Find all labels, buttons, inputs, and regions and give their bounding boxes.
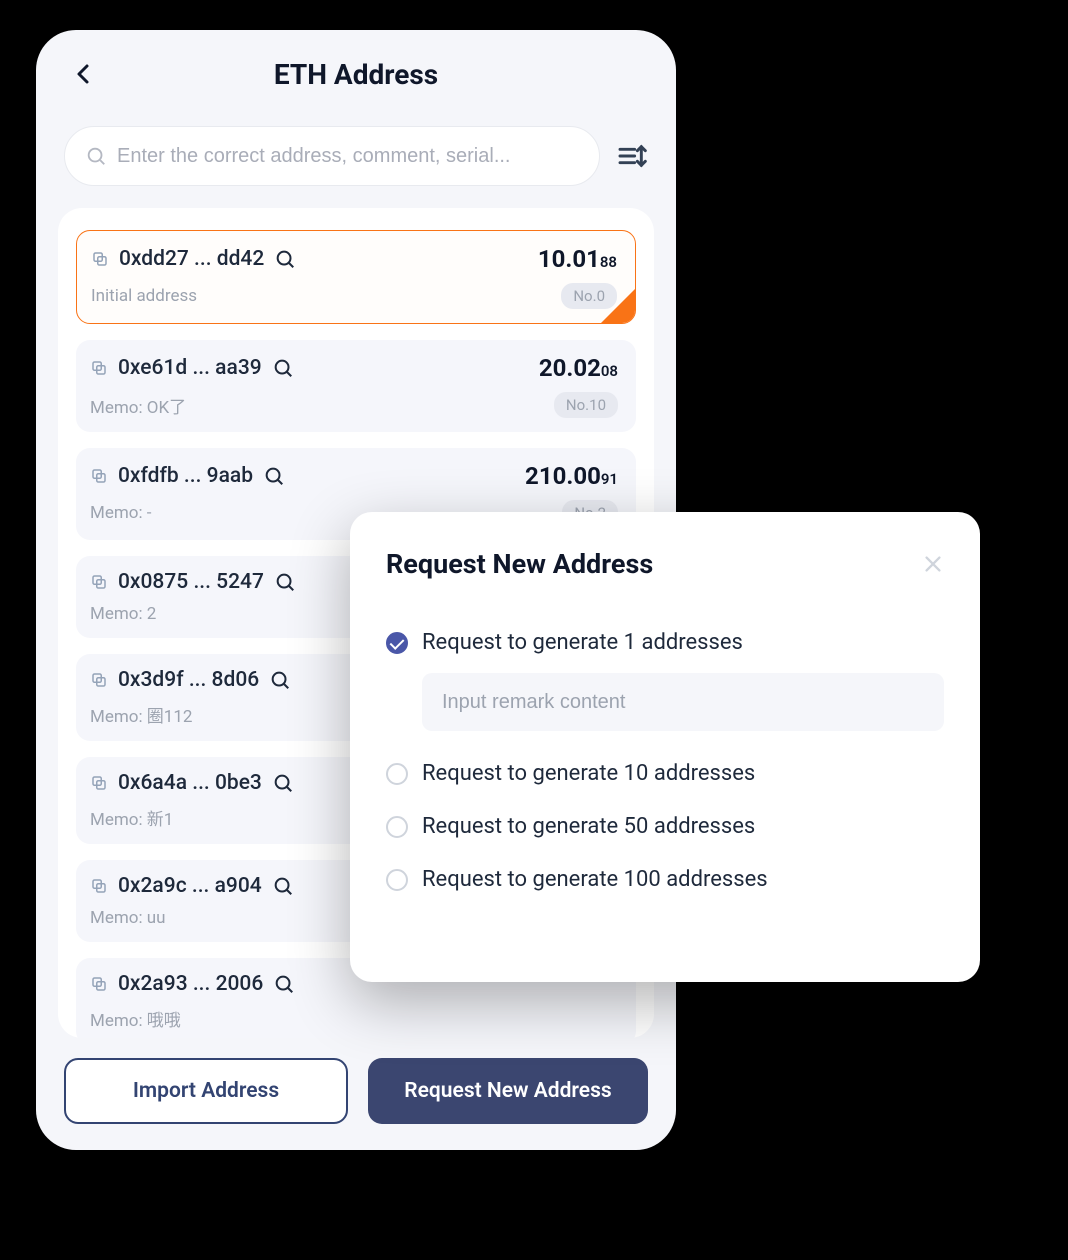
address-text: 0x2a9c ... a904 bbox=[118, 874, 262, 898]
remark-input[interactable] bbox=[442, 691, 924, 714]
magnify-icon[interactable] bbox=[273, 973, 295, 995]
magnify-icon[interactable] bbox=[272, 875, 294, 897]
generate-option[interactable]: Request to generate 100 addresses bbox=[386, 853, 944, 906]
generate-option[interactable]: Request to generate 1 addresses bbox=[386, 616, 944, 669]
address-text: 0x6a4a ... 0be3 bbox=[118, 771, 262, 795]
magnify-icon[interactable] bbox=[272, 357, 294, 379]
address-text: 0xdd27 ... dd42 bbox=[119, 247, 264, 271]
search-row bbox=[36, 118, 676, 198]
memo-text: Memo: 圈112 bbox=[90, 702, 192, 727]
request-new-address-button[interactable]: Request New Address bbox=[368, 1058, 648, 1124]
address-text: 0xe61d ... aa39 bbox=[118, 356, 262, 380]
selected-corner-icon bbox=[601, 289, 635, 323]
serial-badge: No.10 bbox=[554, 392, 618, 418]
request-new-address-dialog: Request New Address Request to generate … bbox=[350, 512, 980, 982]
close-icon bbox=[922, 553, 944, 575]
chevron-left-icon bbox=[72, 62, 96, 86]
dialog-close-button[interactable] bbox=[922, 553, 944, 575]
radio-icon[interactable] bbox=[386, 632, 408, 654]
memo-text: Memo: 哦哦 bbox=[90, 1006, 181, 1031]
search-input[interactable] bbox=[117, 145, 579, 168]
dialog-title: Request New Address bbox=[386, 548, 653, 580]
header: ETH Address bbox=[36, 30, 676, 118]
search-icon bbox=[85, 145, 107, 167]
magnify-icon[interactable] bbox=[274, 248, 296, 270]
balance-value: 20.0208 bbox=[539, 354, 618, 382]
magnify-icon[interactable] bbox=[263, 465, 285, 487]
memo-text: Memo: - bbox=[90, 503, 152, 523]
balance-value: 210.0091 bbox=[525, 462, 618, 490]
option-label: Request to generate 1 addresses bbox=[422, 630, 743, 655]
footer: Import Address Request New Address bbox=[36, 1038, 676, 1150]
generate-option[interactable]: Request to generate 50 addresses bbox=[386, 800, 944, 853]
copy-icon[interactable] bbox=[90, 877, 108, 895]
address-text: 0x3d9f ... 8d06 bbox=[118, 668, 259, 692]
copy-icon[interactable] bbox=[90, 671, 108, 689]
page-title: ETH Address bbox=[60, 58, 652, 91]
address-card[interactable]: 0xdd27 ... dd4210.0188Initial addressNo.… bbox=[76, 230, 636, 324]
copy-icon[interactable] bbox=[90, 975, 108, 993]
generate-option[interactable]: Request to generate 10 addresses bbox=[386, 747, 944, 800]
memo-text: Memo: 新1 bbox=[90, 805, 173, 830]
sort-button[interactable] bbox=[616, 140, 648, 172]
import-address-button[interactable]: Import Address bbox=[64, 1058, 348, 1124]
address-text: 0x2a93 ... 2006 bbox=[118, 972, 263, 996]
magnify-icon[interactable] bbox=[269, 669, 291, 691]
option-label: Request to generate 50 addresses bbox=[422, 814, 755, 839]
copy-icon[interactable] bbox=[90, 573, 108, 591]
back-button[interactable] bbox=[72, 62, 96, 86]
magnify-icon[interactable] bbox=[272, 772, 294, 794]
dialog-header: Request New Address bbox=[386, 548, 944, 580]
memo-text: Memo: OK了 bbox=[90, 393, 186, 418]
address-text: 0xfdfb ... 9aab bbox=[118, 464, 253, 488]
option-label: Request to generate 10 addresses bbox=[422, 761, 755, 786]
sort-icon bbox=[616, 140, 648, 172]
address-text: 0x0875 ... 5247 bbox=[118, 570, 264, 594]
radio-icon[interactable] bbox=[386, 763, 408, 785]
radio-icon[interactable] bbox=[386, 869, 408, 891]
memo-text: Initial address bbox=[91, 286, 197, 306]
magnify-icon[interactable] bbox=[274, 571, 296, 593]
copy-icon[interactable] bbox=[90, 774, 108, 792]
search-box[interactable] bbox=[64, 126, 600, 186]
address-card[interactable]: 0xe61d ... aa39 20.0208 Memo: OK了 No.10 bbox=[76, 340, 636, 432]
option-label: Request to generate 100 addresses bbox=[422, 867, 768, 892]
remark-input-wrapper[interactable] bbox=[422, 673, 944, 731]
memo-text: Memo: uu bbox=[90, 908, 166, 928]
radio-icon[interactable] bbox=[386, 816, 408, 838]
copy-icon[interactable] bbox=[90, 359, 108, 377]
copy-icon[interactable] bbox=[90, 467, 108, 485]
copy-icon[interactable] bbox=[91, 250, 109, 268]
dialog-options: Request to generate 1 addresses Request t… bbox=[386, 616, 944, 906]
memo-text: Memo: 2 bbox=[90, 604, 156, 624]
balance-value: 10.0188 bbox=[538, 245, 617, 273]
